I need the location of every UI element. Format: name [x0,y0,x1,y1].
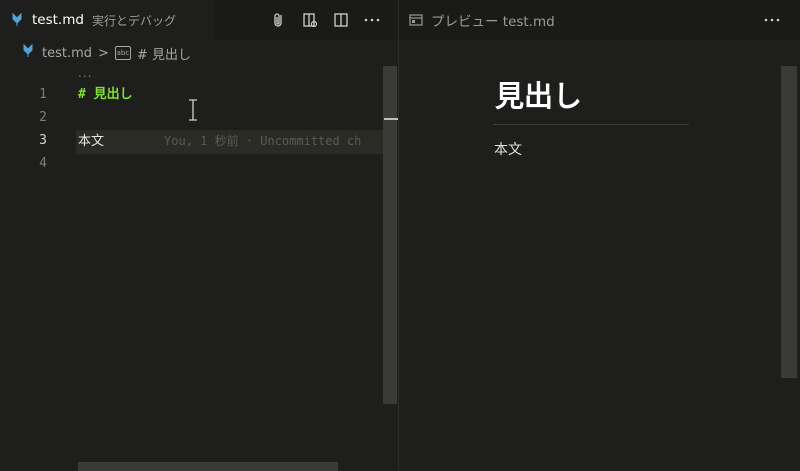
preview-pane: プレビュー test.md 見出し 本文 [399,0,800,471]
string-symbol-icon: abc [114,46,131,60]
more-actions-icon[interactable] [760,8,784,32]
editor-actions [260,0,384,40]
editor-horizontal-scrollbar[interactable] [78,462,338,471]
git-blame-annotation: You, 1 秒前 · Uncommitted ch [164,134,362,148]
heading-rule [493,124,689,125]
code-line[interactable]: # 見出し [78,84,133,106]
open-preview-icon[interactable] [298,8,322,32]
attach-icon[interactable] [267,8,291,32]
preview-icon [409,13,423,27]
preview-document: 見出し 本文 [493,70,689,159]
editor-tab-bar: test.md 実行とデバッグ [0,0,398,40]
code-line[interactable]: 本文 You, 1 秒前 · Uncommitted ch [78,130,361,152]
folded-marker: ... [78,66,93,80]
scrollbar-cursor-marker [384,118,398,120]
markdown-icon [22,43,34,62]
line-number: 2 [39,110,47,125]
editor-tab-description: 実行とデバッグ [91,13,176,28]
text-cursor-icon [189,99,197,121]
line-number: 4 [39,156,47,171]
preview-tab-title: プレビュー test.md [431,14,555,30]
editor-tab[interactable]: test.md 実行とデバッグ [0,0,214,40]
code-line-text: # 見出し [78,87,133,102]
split-editor-icon[interactable] [329,8,353,32]
breadcrumb: test.md > abc # 見出し [0,40,398,66]
preview-actions [753,0,784,40]
breadcrumb-heading[interactable]: # 見出し [137,44,191,63]
editor-tab-title: test.md [32,12,84,28]
preview-tab[interactable]: プレビュー test.md [399,0,589,40]
code-line-text: 本文 [78,134,105,149]
line-number: 3 [39,133,47,148]
preview-heading: 見出し [495,79,583,113]
markdown-icon [10,13,24,27]
line-number: 1 [39,87,47,102]
preview-body-text: 本文 [494,142,522,158]
editor-pane: test.md 実行とデバッグ test.md > abc # 見出し ... [0,0,398,471]
preview-vertical-scrollbar[interactable] [781,66,797,378]
more-actions-icon[interactable] [360,8,384,32]
editor-vertical-scrollbar[interactable] [383,66,397,404]
breadcrumb-separator: > [98,45,109,61]
breadcrumb-file[interactable]: test.md [42,46,92,61]
preview-tab-bar: プレビュー test.md [399,0,800,40]
